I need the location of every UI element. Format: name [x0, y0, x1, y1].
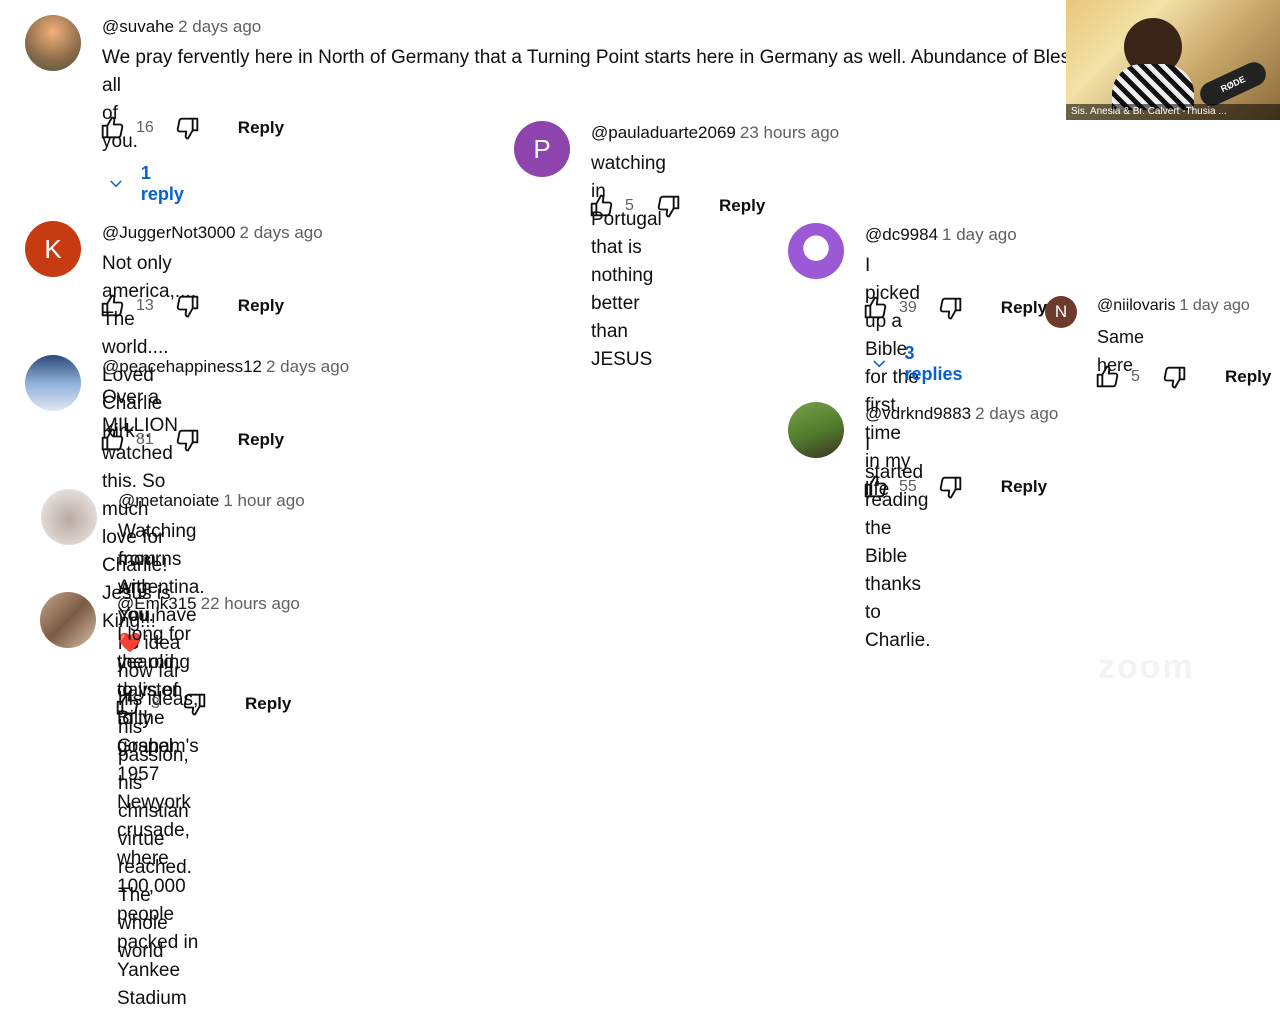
comment-meta: @vdrknd9883 2 days ago — [865, 404, 1058, 424]
replies-label: 3 replies — [904, 343, 963, 384]
comment-time[interactable]: 1 hour ago — [223, 491, 304, 510]
dislike-icon[interactable] — [937, 473, 965, 501]
view-replies-button[interactable]: 1 reply — [107, 163, 188, 205]
comment-text: I started reading the Bible thanks to Ch… — [865, 434, 931, 651]
reply-button[interactable]: Reply — [245, 694, 291, 714]
comment-text: We pray fervently here in North of Germa… — [102, 47, 1066, 68]
comment-author[interactable]: @metanoiate — [118, 491, 219, 510]
comment-actions: 39 Reply — [861, 293, 1047, 323]
like-count: 5 — [625, 197, 634, 214]
like-count: 13 — [136, 297, 154, 314]
like-icon[interactable] — [98, 114, 126, 142]
dislike-icon[interactable] — [174, 292, 202, 320]
avatar[interactable]: P — [514, 121, 570, 177]
reply-button[interactable]: Reply — [1001, 477, 1047, 497]
comment-time[interactable]: 2 days ago — [975, 404, 1058, 423]
like-icon[interactable] — [861, 294, 889, 322]
dislike-icon[interactable] — [937, 294, 965, 322]
like-icon[interactable] — [1093, 363, 1121, 391]
comment-time[interactable]: 1 day ago — [1179, 297, 1249, 314]
zoom-watermark: zoom — [1098, 648, 1195, 686]
comment-meta: @pauladuarte2069 23 hours ago — [591, 123, 839, 143]
avatar[interactable] — [40, 592, 96, 648]
comment-time[interactable]: 23 hours ago — [740, 123, 839, 142]
comment-actions: 13 Reply — [98, 291, 284, 321]
reply-button[interactable]: Reply — [238, 296, 284, 316]
reply-button[interactable]: Reply — [1001, 298, 1047, 318]
chevron-down-icon — [870, 353, 889, 375]
comment-actions: 16 Reply — [98, 113, 284, 143]
avatar[interactable] — [25, 15, 81, 71]
dislike-icon[interactable] — [1161, 363, 1189, 391]
comment-meta: @dc9984 1 day ago — [865, 225, 1017, 245]
comment-author[interactable]: @dc9984 — [865, 225, 938, 244]
webcam-overlay: RØDE Sis. Anesia & Br. Calvert -Thusia .… — [1066, 0, 1280, 120]
comment-author[interactable]: @Emk315 — [117, 594, 197, 613]
comment-meta: @metanoiate 1 hour ago — [118, 491, 305, 511]
avatar[interactable]: K — [25, 221, 81, 277]
view-replies-button[interactable]: 3 replies — [870, 343, 966, 385]
avatar[interactable] — [788, 223, 844, 279]
webcam-caption: Sis. Anesia & Br. Calvert -Thusia ... — [1066, 104, 1280, 120]
like-icon[interactable] — [113, 690, 141, 718]
avatar[interactable] — [41, 489, 97, 545]
dislike-icon[interactable] — [174, 114, 202, 142]
reply-button[interactable]: Reply — [238, 118, 284, 138]
reply-button[interactable]: Reply — [719, 196, 765, 216]
comment-author[interactable]: @peacehappiness12 — [102, 357, 262, 376]
comment-author[interactable]: @JuggerNot3000 — [102, 223, 236, 242]
like-icon[interactable] — [98, 292, 126, 320]
comment-meta: @niilovaris 1 day ago — [1097, 297, 1250, 315]
avatar[interactable]: N — [1045, 296, 1077, 328]
avatar[interactable] — [788, 402, 844, 458]
reply-button[interactable]: Reply — [1225, 367, 1271, 387]
like-icon[interactable] — [98, 426, 126, 454]
reply-button[interactable]: Reply — [238, 430, 284, 450]
like-count: 81 — [136, 431, 154, 448]
like-icon[interactable] — [587, 192, 615, 220]
dislike-icon[interactable] — [174, 426, 202, 454]
comment-time[interactable]: 1 day ago — [942, 225, 1017, 244]
comment-actions: 3 Reply — [113, 689, 291, 719]
avatar[interactable] — [25, 355, 81, 411]
comment-time[interactable]: 2 days ago — [240, 223, 323, 242]
comment-actions: 81 Reply — [98, 425, 284, 455]
comment-time[interactable]: 2 days ago — [266, 357, 349, 376]
comment-author[interactable]: @niilovaris — [1097, 297, 1175, 314]
chevron-down-icon — [107, 173, 125, 195]
comment-meta: @suvahe 2 days ago — [102, 17, 261, 37]
like-count: 3 — [151, 695, 160, 712]
comment-text-line2-text: mourns with you. — [118, 549, 182, 626]
comment-time[interactable]: 22 hours ago — [201, 594, 300, 613]
comment-author[interactable]: @pauladuarte2069 — [591, 123, 736, 142]
comment-author[interactable]: @suvahe — [102, 17, 174, 36]
microphone: RØDE — [1196, 58, 1270, 110]
comment-actions: 5 Reply — [1093, 362, 1271, 392]
dislike-icon[interactable] — [181, 690, 209, 718]
like-count: 16 — [136, 119, 154, 136]
dislike-icon[interactable] — [655, 192, 683, 220]
comment-actions: 55 Reply — [861, 472, 1047, 502]
like-count: 55 — [899, 478, 917, 495]
like-icon[interactable] — [861, 473, 889, 501]
comment-author[interactable]: @vdrknd9883 — [865, 404, 971, 423]
comment-meta: @peacehappiness12 2 days ago — [102, 357, 349, 377]
comment-time[interactable]: 2 days ago — [178, 17, 261, 36]
like-count: 5 — [1131, 368, 1140, 385]
replies-label: 1 reply — [140, 163, 184, 204]
comment-meta: @JuggerNot3000 2 days ago — [102, 223, 323, 243]
comment-meta: @Emk315 22 hours ago — [117, 594, 300, 614]
comment-actions: 5 Reply — [587, 191, 765, 221]
comment-text: watching in Portugal that is nothing bet… — [591, 153, 666, 370]
like-count: 39 — [899, 299, 917, 316]
